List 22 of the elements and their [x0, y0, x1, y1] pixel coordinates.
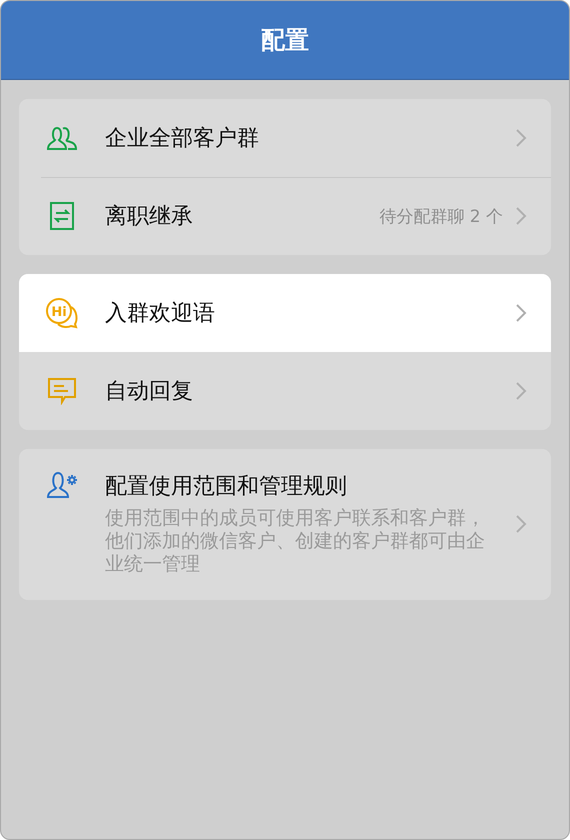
row-title: 自动回复 [105, 378, 194, 406]
people-icon [46, 125, 78, 151]
chevron-icon [515, 206, 527, 226]
chevron-icon [515, 128, 527, 148]
row-title: 企业全部客户群 [105, 125, 260, 153]
transfer-icon [49, 201, 75, 231]
row-title: 配置使用范围和管理规则 [105, 473, 348, 501]
row-description: 使用范围中的成员可使用客户联系和客户群，他们添加的微信客户、创建的客户群都可由企业统一管理 [105, 507, 486, 576]
settings-row[interactable]: 离职继承 待分配群聊 2 个 [19, 177, 551, 255]
chevron-icon [515, 514, 527, 534]
row-status: 待分配群聊 2 个 [379, 206, 503, 228]
settings-row[interactable]: 配置使用范围和管理规则 使用范围中的成员可使用客户联系和客户群，他们添加的微信客户、创建的客户群都可由企业统一管理 [19, 449, 551, 600]
row-title: 离职继承 [105, 203, 194, 231]
page-title: 配置 [261, 25, 309, 56]
settings-row[interactable]: 企业全部客户群 [19, 99, 551, 177]
row-title: 入群欢迎语 [105, 300, 216, 328]
settings-row[interactable]: 自动回复 [19, 352, 551, 430]
message-icon [47, 377, 77, 405]
user-settings-icon [46, 471, 78, 499]
chevron-icon [515, 381, 527, 401]
chevron-icon [515, 303, 527, 323]
settings-row[interactable]: Hi 入群欢迎语 [19, 274, 551, 352]
